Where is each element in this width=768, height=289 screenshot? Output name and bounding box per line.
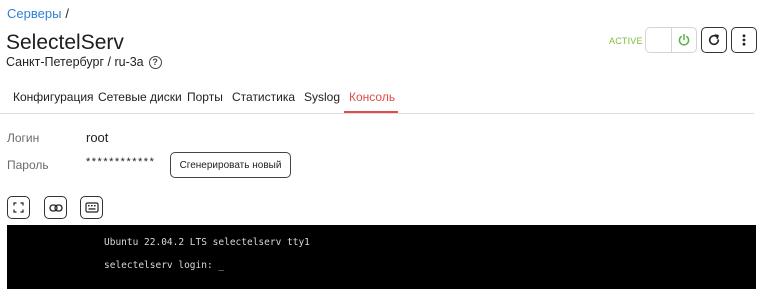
virtual-keyboard-button[interactable] <box>80 196 103 219</box>
server-location: Санкт-Петербург / ru-3a ? <box>6 55 162 69</box>
power-off-segment[interactable] <box>646 28 672 52</box>
fullscreen-button[interactable] <box>7 196 30 219</box>
breadcrumb-servers-link[interactable]: Серверы <box>7 6 61 21</box>
more-vertical-icon <box>742 34 746 46</box>
power-icon <box>678 33 690 46</box>
tab-ports[interactable]: Порты <box>187 90 223 104</box>
tab-statistics[interactable]: Статистика <box>232 90 295 104</box>
generate-password-button[interactable]: Сгенерировать новый <box>170 152 291 178</box>
help-icon[interactable]: ? <box>148 55 162 69</box>
tab-configuration[interactable]: Конфигурация <box>13 90 94 104</box>
breadcrumb: Серверы / <box>7 6 69 21</box>
console-terminal[interactable]: Ubuntu 22.04.2 LTS selectelserv tty1 sel… <box>7 225 756 289</box>
reboot-button[interactable] <box>701 27 727 53</box>
tab-console[interactable]: Консоль <box>349 90 395 104</box>
breadcrumb-separator: / <box>65 6 70 21</box>
password-label: Пароль <box>7 158 49 172</box>
active-tab-indicator <box>344 111 398 113</box>
power-button[interactable] <box>672 28 697 52</box>
tab-network-disks[interactable]: Сетевые диски <box>98 90 182 104</box>
fullscreen-icon <box>13 202 24 213</box>
link-icon <box>48 203 63 212</box>
login-value: root <box>86 130 109 145</box>
more-menu-button[interactable] <box>731 27 757 53</box>
refresh-icon <box>708 34 720 46</box>
status-badge: ACTIVE <box>609 36 643 46</box>
copy-link-button[interactable] <box>44 196 67 219</box>
tab-syslog[interactable]: Syslog <box>304 90 340 104</box>
console-line-login-prompt: selectelserv login: _ <box>104 260 225 271</box>
console-line-os: Ubuntu 22.04.2 LTS selectelserv tty1 <box>104 237 310 248</box>
keyboard-icon <box>84 202 99 213</box>
login-label: Логин <box>7 131 40 145</box>
password-value: ************ <box>86 156 156 168</box>
power-toggle-group <box>645 27 697 53</box>
page-title: SelectelServ <box>6 31 124 54</box>
server-location-text: Санкт-Петербург / ru-3a <box>6 55 144 69</box>
tab-bar: Конфигурация Сетевые диски Порты Статист… <box>0 84 754 114</box>
